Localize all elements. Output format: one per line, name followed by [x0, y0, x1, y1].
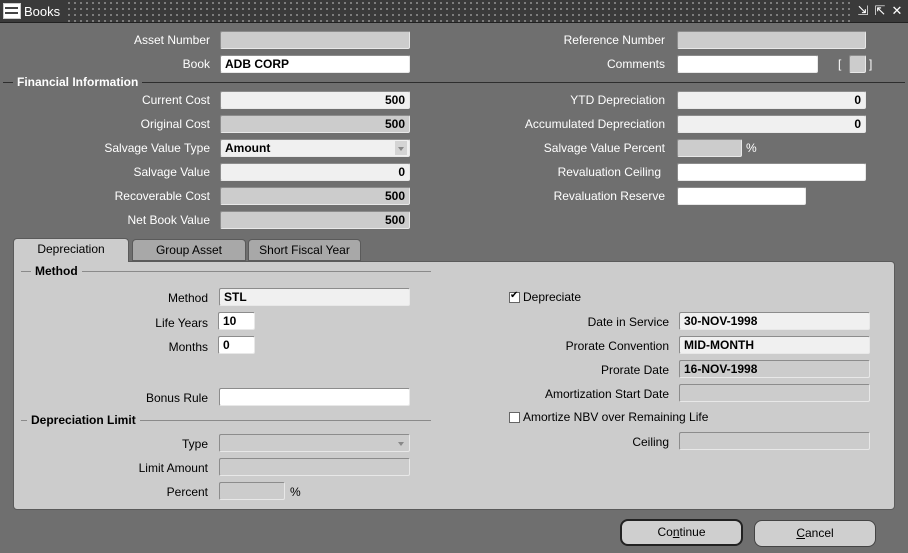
window-title: Books — [24, 3, 61, 19]
minimize-icon[interactable]: ⇲ — [856, 4, 870, 18]
ceiling-label: Ceiling — [632, 435, 669, 449]
cancel-mnemonic: C — [796, 526, 805, 540]
accumulated-depreciation-field[interactable]: 0 — [677, 115, 866, 133]
salvage-value-field[interactable]: 0 — [220, 163, 410, 181]
descriptive-flexfield[interactable] — [849, 55, 866, 73]
life-years-field[interactable]: 10 — [218, 312, 255, 330]
depreciate-checkbox[interactable] — [509, 290, 520, 303]
revaluation-ceiling-field[interactable] — [677, 163, 866, 181]
financial-section-title: Financial Information — [13, 75, 143, 89]
amortization-start-date-label: Amortization Start Date — [544, 387, 669, 401]
maximize-icon[interactable]: ⇱ — [873, 4, 887, 18]
months-field[interactable]: 0 — [218, 336, 255, 354]
salvage-value-label: Salvage Value — [133, 165, 211, 179]
dropdown-arrow-icon[interactable] — [395, 141, 407, 155]
months-label: Months — [168, 340, 208, 354]
prorate-date-field[interactable]: 16-NOV-1998 — [679, 360, 870, 378]
reference-number-field[interactable] — [677, 31, 866, 49]
prorate-convention-field[interactable]: MID-MONTH — [679, 336, 870, 354]
life-years-label: Life Years — [155, 316, 208, 330]
amortize-nbv-label: Amortize NBV over Remaining Life — [523, 410, 709, 424]
continue-label-post: tinue — [679, 525, 706, 539]
continue-mnemonic: n — [672, 525, 680, 539]
cancel-button[interactable]: Cancel — [754, 520, 876, 547]
salvage-value-type-select[interactable]: Amount — [220, 139, 410, 157]
bonus-rule-label: Bonus Rule — [145, 391, 208, 405]
date-in-service-field[interactable]: 30-NOV-1998 — [679, 312, 870, 330]
asset-number-field[interactable] — [220, 31, 410, 49]
limit-type-select[interactable] — [219, 434, 410, 452]
accumulated-depreciation-label: Accumulated Depreciation — [524, 117, 665, 131]
net-book-value-label: Net Book Value — [127, 213, 211, 227]
book-label: Book — [182, 57, 210, 71]
close-icon[interactable]: ✕ — [890, 4, 904, 18]
current-cost-label: Current Cost — [141, 93, 210, 107]
depreciate-label: Depreciate — [523, 290, 582, 304]
prorate-date-label: Prorate Date — [600, 363, 669, 377]
current-cost-field[interactable]: 500 — [220, 91, 410, 109]
recoverable-cost-label: Recoverable Cost — [114, 189, 210, 203]
method-section-divider — [21, 271, 431, 272]
revaluation-reserve-field[interactable] — [677, 187, 806, 205]
prorate-convention-label: Prorate Convention — [565, 339, 669, 353]
revaluation-ceiling-label: Revaluation Ceiling — [557, 165, 661, 179]
salvage-value-type-value: Amount — [225, 141, 271, 155]
tab-depreciation[interactable]: Depreciation — [13, 238, 129, 262]
salvage-value-percent-label: Salvage Value Percent — [543, 141, 665, 155]
asset-number-label: Asset Number — [133, 33, 210, 47]
tab-group-asset[interactable]: Group Asset — [132, 239, 246, 261]
bonus-rule-field[interactable] — [219, 388, 410, 406]
comments-label: Comments — [606, 57, 665, 71]
flexfield-bracket-close: ] — [869, 57, 873, 71]
comments-field[interactable] — [677, 55, 818, 73]
oracle-app-icon — [3, 3, 21, 19]
net-book-value-field[interactable]: 500 — [220, 211, 410, 229]
reference-number-label: Reference Number — [563, 33, 665, 47]
recoverable-cost-field[interactable]: 500 — [220, 187, 410, 205]
limit-amount-label: Limit Amount — [138, 461, 208, 475]
flexfield-bracket-open: [ — [838, 57, 842, 71]
percent-unit-label: % — [290, 485, 301, 499]
amortization-start-date-field[interactable] — [679, 384, 870, 402]
method-label: Method — [167, 291, 208, 305]
ytd-depreciation-label: YTD Depreciation — [570, 93, 665, 107]
type-label: Type — [181, 437, 208, 451]
ceiling-field[interactable] — [679, 432, 870, 450]
percent-unit-label: % — [746, 141, 757, 155]
original-cost-field[interactable]: 500 — [220, 115, 410, 133]
percent-label: Percent — [166, 485, 208, 499]
revaluation-reserve-label: Revaluation Reserve — [553, 189, 665, 203]
book-field[interactable]: ADB CORP — [220, 55, 410, 73]
ytd-depreciation-field[interactable]: 0 — [677, 91, 866, 109]
salvage-value-type-label: Salvage Value Type — [104, 141, 210, 155]
limit-amount-field[interactable] — [219, 458, 410, 476]
cancel-label-post: ancel — [804, 526, 834, 540]
continue-button[interactable]: Continue — [620, 519, 743, 546]
window-titlebar[interactable]: Books ⇲ ⇱ ✕ — [0, 0, 908, 23]
amortize-nbv-checkbox[interactable] — [509, 412, 520, 423]
dropdown-arrow-icon[interactable] — [395, 436, 407, 450]
depreciation-limit-title: Depreciation Limit — [27, 413, 140, 427]
original-cost-label: Original Cost — [140, 117, 210, 131]
continue-label-pre: Co — [657, 525, 673, 539]
depreciation-tab-panel: Method Method STL Life Years 10 Months 0… — [13, 261, 895, 510]
date-in-service-label: Date in Service — [587, 315, 669, 329]
tab-short-fiscal-year[interactable]: Short Fiscal Year — [248, 239, 361, 261]
percent-field[interactable] — [219, 482, 285, 500]
method-field[interactable]: STL — [219, 288, 410, 306]
salvage-value-percent-field[interactable] — [677, 139, 742, 157]
method-section-title: Method — [31, 264, 82, 278]
